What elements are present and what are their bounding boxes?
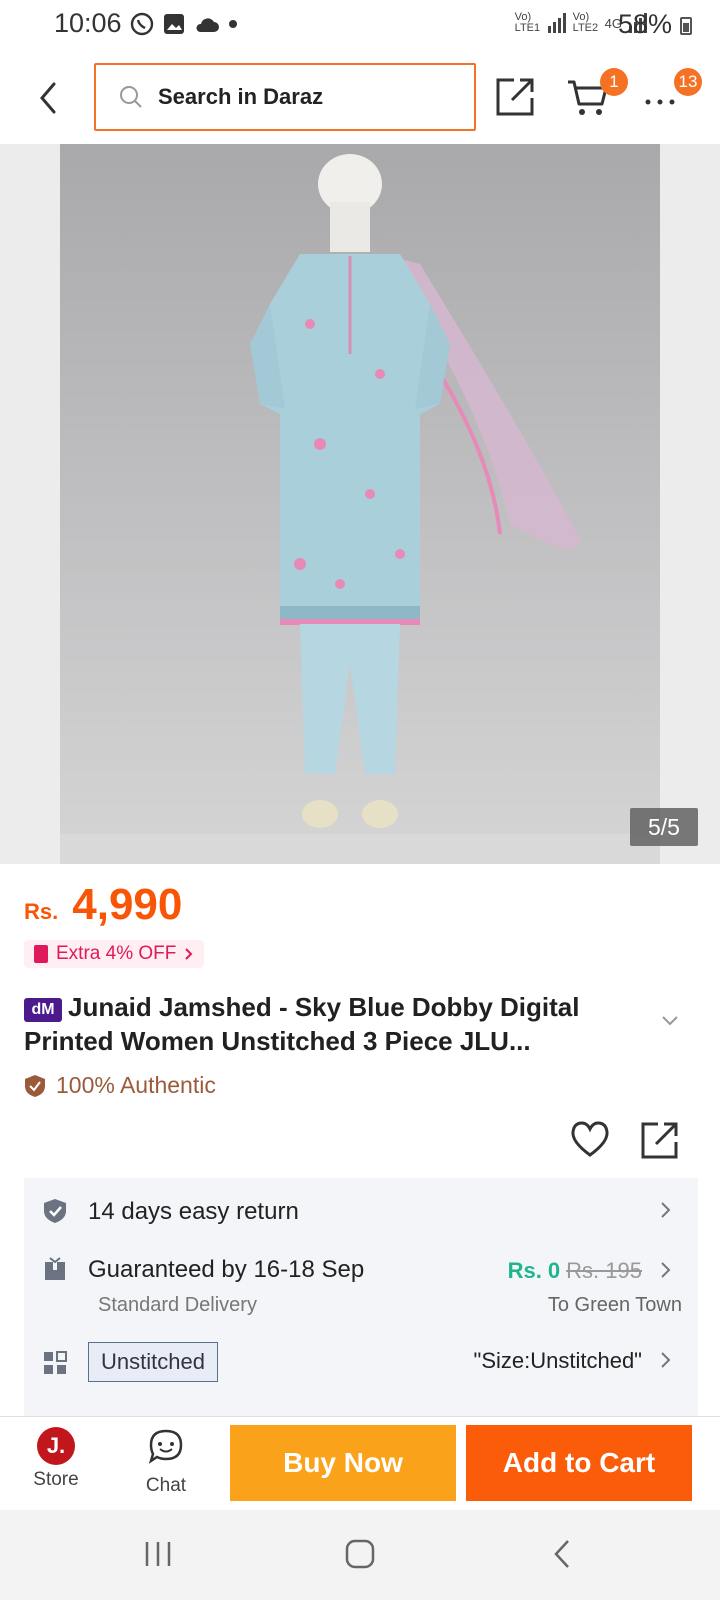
recent-apps-icon[interactable] (142, 1538, 174, 1570)
shipping-fee-current: Rs. 0 (507, 1258, 561, 1283)
buy-now-button[interactable]: Buy Now (230, 1425, 456, 1501)
share-product-icon[interactable] (640, 1120, 680, 1160)
chat-label: Chat (145, 1475, 187, 1496)
cart-button[interactable]: 1 (564, 68, 628, 120)
delivery-date: Guaranteed by 16-18 Sep (88, 1256, 365, 1283)
dot-icon (229, 20, 237, 28)
chevron-right-icon (185, 948, 193, 960)
home-icon[interactable] (344, 1538, 376, 1570)
store-label: Store (33, 1469, 79, 1490)
back-arrow-icon[interactable] (32, 78, 64, 118)
shipping-fee: Rs. 0 Rs. 195 (508, 1258, 642, 1284)
product-actions (570, 1120, 680, 1160)
system-nav-bar (0, 1510, 720, 1600)
battery-icon (680, 17, 692, 35)
whatsapp-icon (130, 12, 154, 36)
store-button[interactable]: J. Store (18, 1427, 94, 1491)
chevron-down-icon[interactable] (660, 1010, 680, 1030)
gallery-icon (164, 14, 184, 34)
variant-chip[interactable]: Unstitched (88, 1342, 218, 1382)
authentic-text: 100% Authentic (56, 1072, 216, 1098)
chat-button[interactable]: Chat (128, 1427, 204, 1497)
search-icon (120, 86, 142, 108)
chevron-right-icon (661, 1202, 671, 1218)
more-button[interactable]: 13 (640, 68, 702, 120)
battery-percent: 58% (617, 9, 672, 39)
price: Rs. 4,990 (24, 880, 182, 930)
search-placeholder: Search in Daraz (158, 84, 324, 109)
brand-badge: dM (24, 998, 62, 1022)
authentic-label: 100% Authentic (24, 1072, 216, 1099)
delivery-type: Standard Delivery (98, 1294, 257, 1316)
share-icon[interactable] (492, 72, 540, 120)
nav-back-icon[interactable] (548, 1538, 580, 1570)
promo-label: Extra 4% OFF (56, 943, 177, 964)
product-image (60, 144, 660, 864)
delivery-row[interactable]: Guaranteed by 16-18 Sep Standard Deliver… (24, 1242, 698, 1338)
variant-value: "Size:Unstitched" (473, 1348, 642, 1373)
delivery-box-icon (45, 1257, 65, 1280)
add-to-cart-button[interactable]: Add to Cart (466, 1425, 692, 1501)
delivery-destination: To Green Town (547, 1294, 682, 1316)
voucher-icon (34, 945, 48, 963)
product-gallery[interactable]: 5/5 (0, 144, 720, 864)
signal1-icon (547, 13, 566, 33)
product-title: dM Junaid Jamshed - Sky Blue Dobby Digita… (24, 990, 664, 1058)
wishlist-heart-icon[interactable] (570, 1120, 610, 1158)
notification-count-badge: 13 (674, 68, 702, 96)
shipping-fee-original: Rs. 195 (566, 1258, 642, 1283)
return-policy-row[interactable]: 14 days easy return (24, 1178, 698, 1242)
product-title-text: Junaid Jamshed - Sky Blue Dobby Digital … (24, 992, 580, 1056)
chat-icon (148, 1429, 183, 1464)
search-input[interactable]: Search in Daraz (94, 63, 476, 131)
cart-count-badge: 1 (600, 68, 628, 96)
sim1-label: Vo) LTE1 (514, 11, 541, 34)
price-currency: Rs. (24, 899, 59, 924)
cloud-icon (196, 18, 219, 32)
chevron-right-icon (661, 1352, 671, 1368)
variant-grid-icon (44, 1351, 67, 1374)
image-counter: 5/5 (630, 808, 698, 846)
status-bar: 10:06 Vo) LTE1 Vo) LTE2 4G 58% (0, 0, 720, 52)
top-header: Search in Daraz 1 13 (0, 52, 720, 144)
promo-badge[interactable]: Extra 4% OFF (24, 940, 205, 968)
return-policy-text: 14 days easy return (88, 1198, 299, 1225)
service-info-card: 14 days easy return Guaranteed by 16-18 … (24, 1178, 698, 1418)
bottom-action-bar: J. Store Chat Buy Now Add to Cart (0, 1416, 720, 1510)
store-logo-icon: J. (37, 1427, 75, 1465)
return-shield-icon (44, 1199, 66, 1223)
chevron-right-icon (661, 1262, 671, 1278)
mannequin-illustration (60, 154, 660, 864)
status-time: 10:06 (54, 8, 122, 38)
notification-icons (130, 12, 238, 36)
shield-icon (25, 1074, 45, 1097)
price-amount: 4,990 (72, 880, 183, 929)
variant-row[interactable]: Unstitched "Size:Unstitched" (24, 1338, 698, 1418)
sim2-label: Vo) LTE2 (572, 11, 599, 34)
